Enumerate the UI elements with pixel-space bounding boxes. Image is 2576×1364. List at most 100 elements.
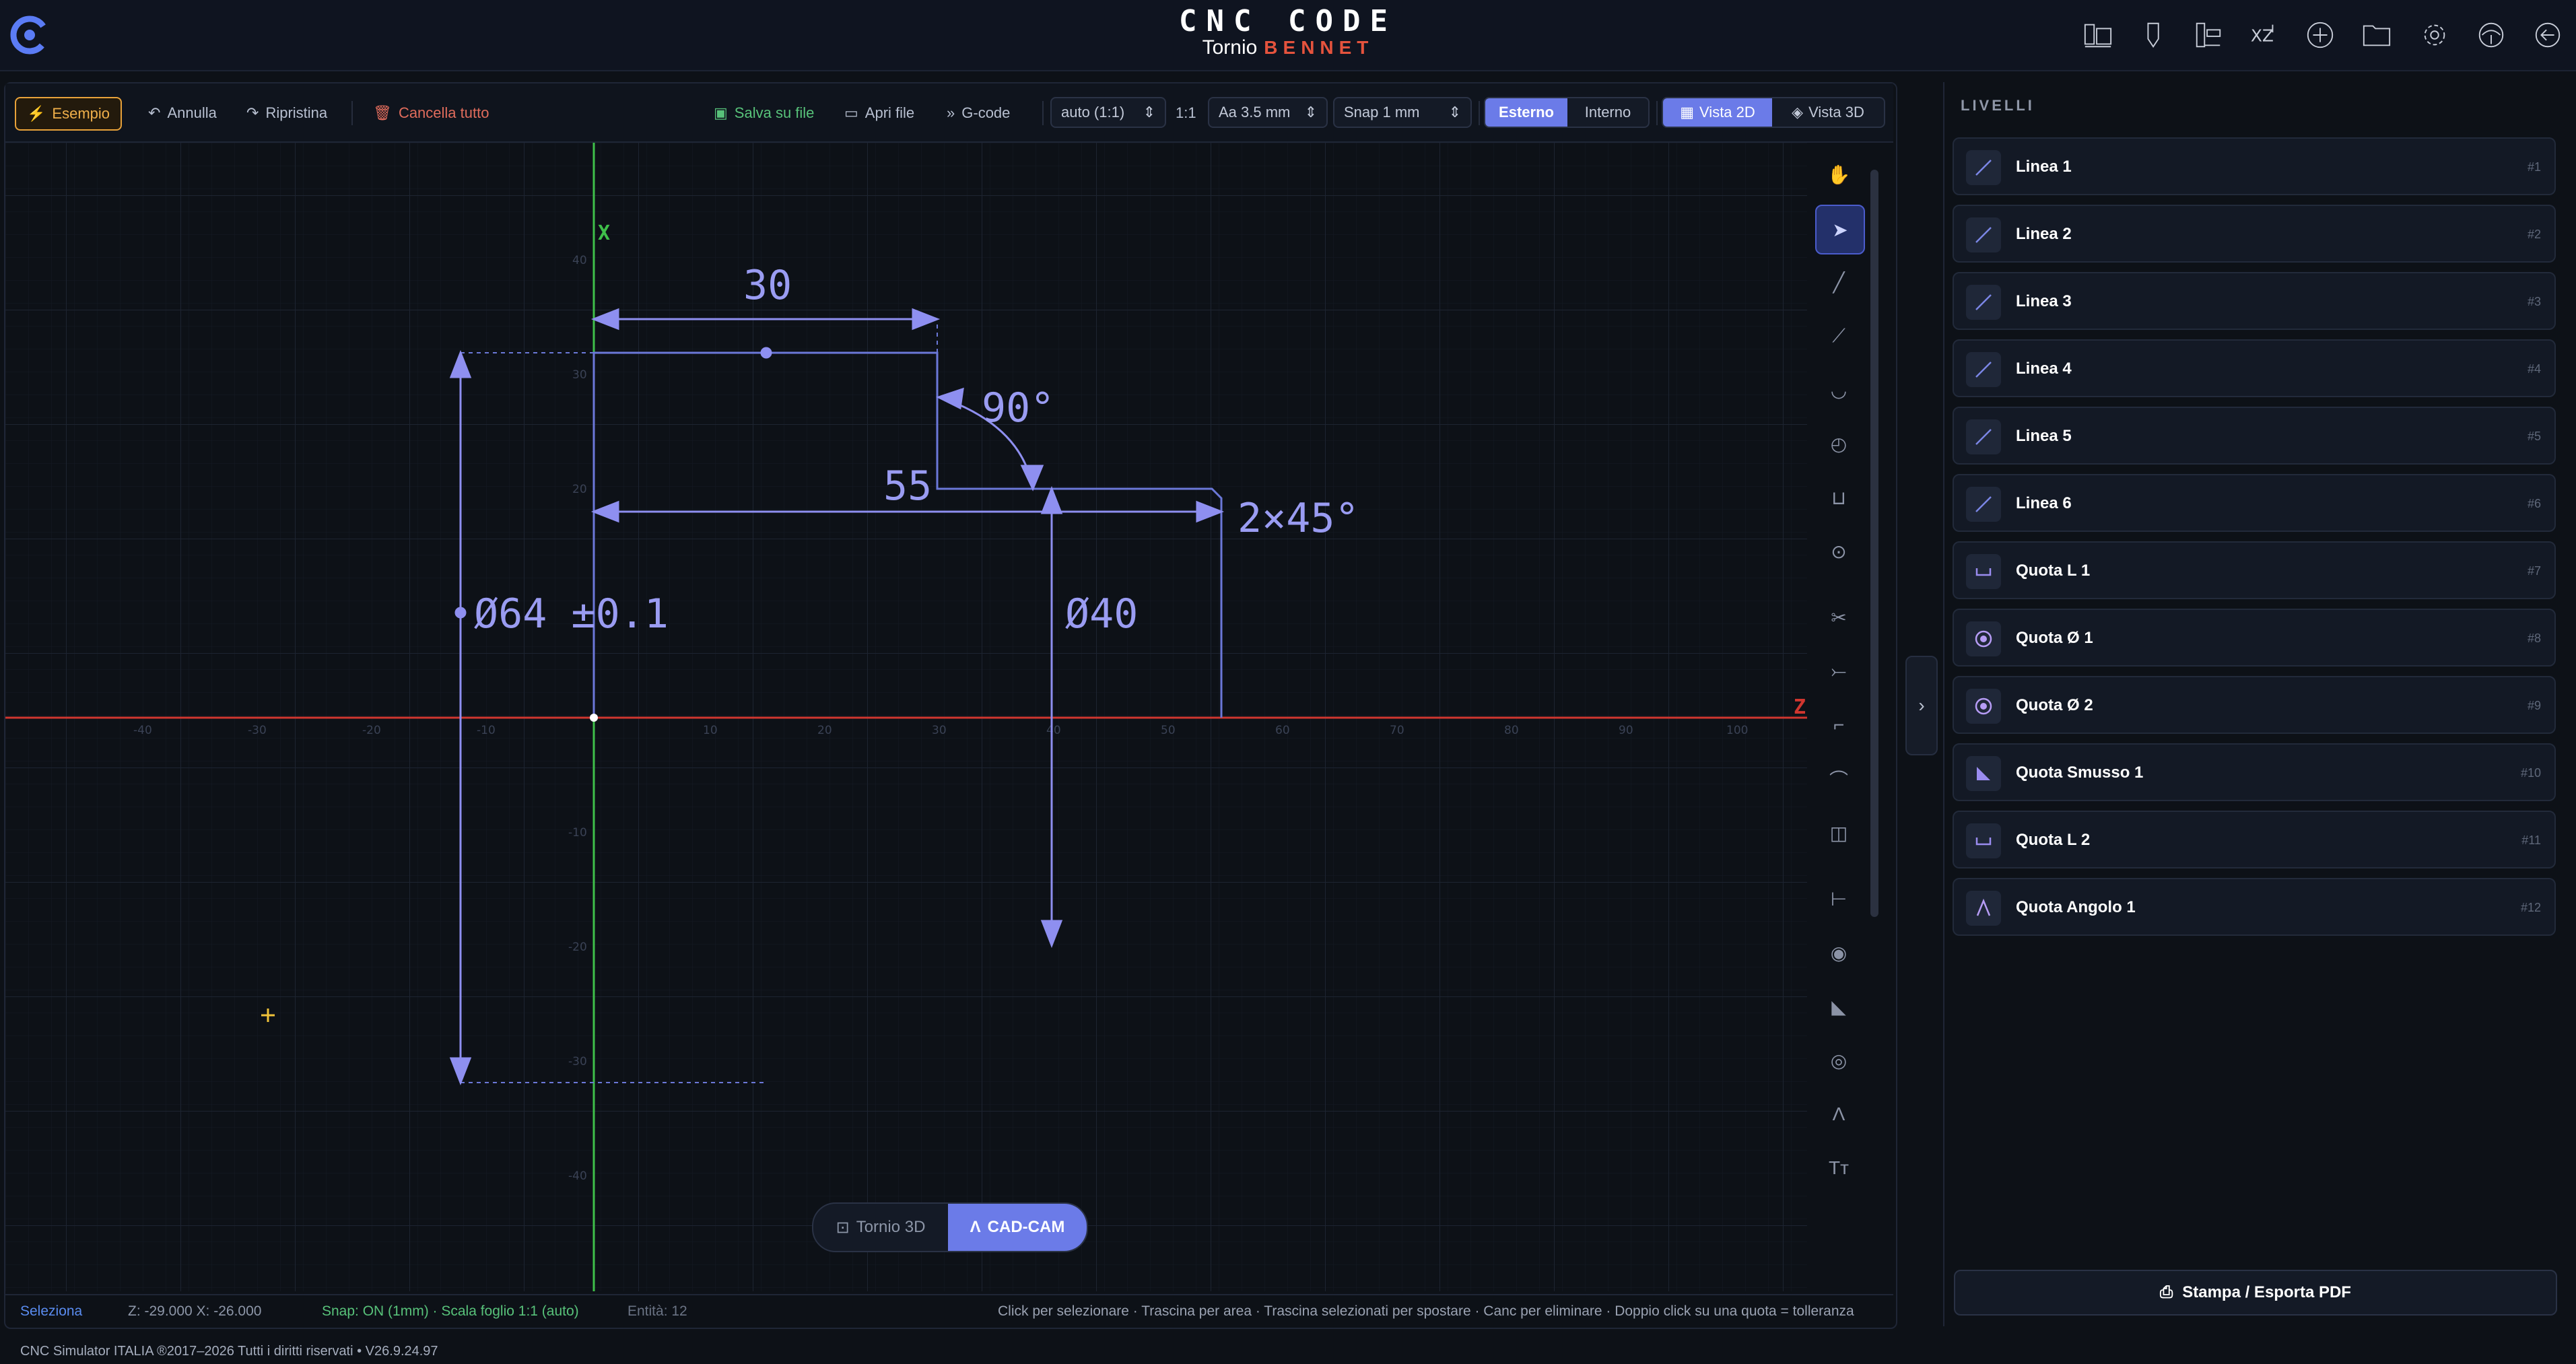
linear-dimension-icon bbox=[1966, 823, 2001, 858]
scale-select-value: auto (1:1) bbox=[1061, 104, 1125, 121]
x-axis-label: X bbox=[598, 221, 610, 245]
panel-toggle-chevron-icon[interactable]: › bbox=[1905, 656, 1938, 755]
layer-item[interactable]: Quota L 1 #7 bbox=[1953, 541, 2556, 599]
redo-label: Ripristina bbox=[265, 104, 328, 121]
chevron-updown-icon: ⇕ bbox=[1304, 104, 1317, 121]
clear-all-button[interactable]: 🗑 Cancella tutto bbox=[373, 98, 489, 128]
outer-inner-toggle: Esterno Interno bbox=[1484, 97, 1650, 128]
layer-number: #9 bbox=[2527, 699, 2541, 712]
drawing-canvas[interactable]: X Z -40 -30 -20 -10 10 20 30 40 50 60 70… bbox=[5, 143, 1807, 1291]
layer-item[interactable]: Linea 4 #4 bbox=[1953, 339, 2556, 397]
mirror-tool-icon[interactable]: ◫ bbox=[1815, 809, 1862, 856]
groove-tool-icon[interactable]: ⊔ bbox=[1815, 474, 1862, 521]
dim-text-chamfer[interactable]: 2×45° bbox=[1238, 495, 1359, 542]
tool-strip-scrollbar[interactable] bbox=[1870, 170, 1878, 917]
radius-dimension-tool-icon[interactable]: ◎ bbox=[1815, 1037, 1862, 1084]
polyline-tool-icon[interactable]: ⟋ bbox=[1815, 312, 1862, 360]
chamfer-dimension-tool-icon[interactable]: ◣ bbox=[1815, 983, 1862, 1030]
select-pointer-icon[interactable]: ➤ bbox=[1815, 205, 1865, 254]
print-export-pdf-button[interactable]: ⎙ Stampa / Esporta PDF bbox=[1954, 1270, 2557, 1316]
layer-number: #8 bbox=[2527, 632, 2541, 645]
extend-tool-icon[interactable]: ⤚ bbox=[1815, 648, 1862, 695]
x-tick: 50 bbox=[1161, 724, 1176, 737]
inner-option[interactable]: Interno bbox=[1567, 98, 1648, 127]
x-tick: 30 bbox=[932, 724, 947, 737]
gcode-button[interactable]: » G-code bbox=[947, 98, 1010, 128]
layer-item[interactable]: Linea 2 #2 bbox=[1953, 205, 2556, 263]
example-label: Esempio bbox=[52, 105, 110, 122]
y-tick: -40 bbox=[568, 1169, 587, 1183]
mode-cadcam-label: CAD-CAM bbox=[987, 1218, 1065, 1236]
layer-item[interactable]: Quota Angolo 1 #12 bbox=[1953, 878, 2556, 936]
logout-icon[interactable] bbox=[2529, 16, 2567, 54]
open-file-button[interactable]: ▭ Apri file bbox=[844, 98, 914, 128]
redo-icon: ↷ bbox=[246, 104, 259, 121]
text-tool-icon[interactable]: Tт bbox=[1815, 1145, 1862, 1192]
round-tool-icon[interactable]: ⌒ bbox=[1815, 755, 1862, 803]
linear-dimension-tool-icon[interactable]: ⊢ bbox=[1815, 875, 1862, 922]
text-size-select[interactable]: Aa 3.5 mm ⇕ bbox=[1208, 97, 1328, 128]
layer-item[interactable]: Quota L 2 #11 bbox=[1953, 811, 2556, 868]
dim-text-dia40[interactable]: Ø40 bbox=[1065, 590, 1138, 638]
layer-number: #10 bbox=[2520, 766, 2541, 780]
machines-icon[interactable] bbox=[2079, 16, 2117, 54]
editor-toolbar: ⚡ Esempio ↶ Annulla ↷ Ripristina 🗑 Cancella … bbox=[5, 83, 1893, 143]
layer-number: #6 bbox=[2527, 497, 2541, 510]
mode-switch: ⊡ Tornio 3D Λ CAD-CAM bbox=[812, 1202, 1088, 1252]
layer-item[interactable]: Linea 6 #6 bbox=[1953, 474, 2556, 532]
pan-hand-icon[interactable]: ✋ bbox=[1815, 151, 1862, 198]
scale-select[interactable]: auto (1:1) ⇕ bbox=[1050, 97, 1166, 128]
redo-button[interactable]: ↷ Ripristina bbox=[246, 98, 327, 128]
add-icon[interactable] bbox=[2301, 16, 2339, 54]
dim-text-55[interactable]: 55 bbox=[883, 463, 932, 510]
subtitle-prefix: Tornio bbox=[1202, 36, 1258, 59]
mode-cadcam[interactable]: Λ CAD-CAM bbox=[948, 1204, 1087, 1251]
save-file-button[interactable]: ▣ Salva su file bbox=[714, 98, 814, 128]
printer-icon: ⎙ bbox=[2160, 1283, 2173, 1301]
dim-text-90[interactable]: 90° bbox=[982, 384, 1054, 432]
layer-item[interactable]: Linea 5 #5 bbox=[1953, 407, 2556, 465]
arc-tool-icon[interactable]: ◡ bbox=[1815, 366, 1862, 413]
tools-icon[interactable] bbox=[2136, 16, 2173, 54]
layer-number: #3 bbox=[2527, 295, 2541, 308]
x-tick: -40 bbox=[133, 724, 152, 737]
layer-item[interactable]: Linea 3 #3 bbox=[1953, 272, 2556, 330]
undo-button[interactable]: ↶ Annulla bbox=[148, 98, 217, 128]
view-2d-option[interactable]: ▦ Vista 2D bbox=[1663, 98, 1773, 127]
trim-scissors-icon[interactable]: ✂ bbox=[1815, 594, 1862, 641]
layer-number: #4 bbox=[2527, 362, 2541, 376]
layer-name: Quota L 1 bbox=[2016, 561, 2091, 580]
diameter-dimension-tool-icon[interactable]: ◉ bbox=[1815, 929, 1862, 976]
grip-point[interactable] bbox=[760, 347, 772, 359]
view-3d-label: Vista 3D bbox=[1808, 104, 1864, 121]
settings-icon[interactable] bbox=[2416, 16, 2453, 54]
status-bar: Seleziona Z: -29.000 X: -26.000 Snap: ON… bbox=[5, 1294, 1893, 1326]
grip-point[interactable] bbox=[454, 607, 467, 619]
dim-text-30[interactable]: 30 bbox=[743, 262, 792, 309]
fillet-tool-icon[interactable]: ⌐ bbox=[1815, 702, 1862, 749]
app-logo-icon[interactable] bbox=[9, 15, 50, 55]
open-folder-icon: ▭ bbox=[844, 104, 858, 121]
view-toggle: ▦ Vista 2D ◈ Vista 3D bbox=[1662, 97, 1885, 128]
line-tool-icon[interactable]: ╱ bbox=[1815, 259, 1862, 306]
fixture-icon[interactable] bbox=[2190, 16, 2227, 54]
point-tool-icon[interactable]: ⊙ bbox=[1815, 528, 1862, 575]
language-icon[interactable] bbox=[2472, 16, 2510, 54]
x-tick: 70 bbox=[1390, 724, 1404, 737]
dim-text-dia64[interactable]: Ø64 ±0.1 bbox=[474, 590, 669, 638]
xz-coordinates-icon[interactable]: XZ bbox=[2245, 16, 2282, 54]
folder-icon[interactable] bbox=[2358, 16, 2396, 54]
circle-tool-icon[interactable]: ◴ bbox=[1815, 420, 1862, 467]
example-button[interactable]: ⚡ Esempio bbox=[15, 97, 122, 131]
angle-dimension-tool-icon[interactable]: Λ bbox=[1815, 1091, 1862, 1138]
layer-item[interactable]: Quota Ø 1 #8 bbox=[1953, 609, 2556, 667]
layer-item[interactable]: Quota Smusso 1 #10 bbox=[1953, 743, 2556, 801]
outer-option[interactable]: Esterno bbox=[1485, 98, 1567, 127]
layer-item[interactable]: Quota Ø 2 #9 bbox=[1953, 676, 2556, 734]
trash-icon: 🗑 bbox=[373, 104, 392, 121]
snap-select[interactable]: Snap 1 mm ⇕ bbox=[1333, 97, 1472, 128]
view-3d-option[interactable]: ◈ Vista 3D bbox=[1772, 98, 1884, 127]
x-tick: 80 bbox=[1504, 724, 1519, 737]
mode-lathe3d[interactable]: ⊡ Tornio 3D bbox=[813, 1204, 948, 1251]
layer-item[interactable]: Linea 1 #1 bbox=[1953, 137, 2556, 195]
